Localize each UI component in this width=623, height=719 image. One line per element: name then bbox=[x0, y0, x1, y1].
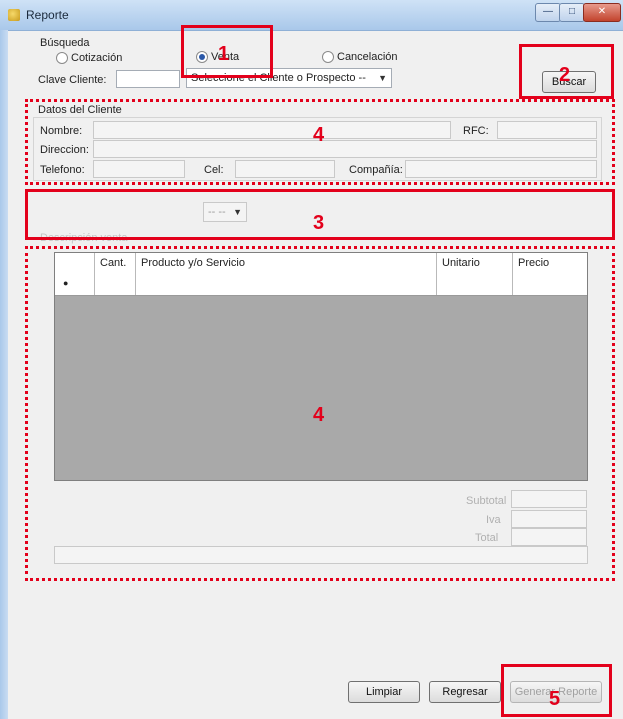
app-icon bbox=[8, 9, 20, 21]
radio-cancelacion-label: Cancelación bbox=[337, 51, 398, 63]
window-frame-left bbox=[0, 30, 8, 719]
close-icon: ✕ bbox=[597, 6, 607, 17]
chevron-down-icon: ▼ bbox=[378, 73, 387, 83]
annotation-number-5: 5 bbox=[549, 688, 561, 710]
annotation-number-4-top: 4 bbox=[313, 124, 325, 146]
regresar-button[interactable]: Regresar bbox=[429, 681, 501, 703]
limpiar-button[interactable]: Limpiar bbox=[348, 681, 420, 703]
clave-cliente-label: Clave Cliente: bbox=[38, 74, 107, 86]
radio-cotizacion-label: Cotización bbox=[71, 52, 123, 64]
clave-cliente-input[interactable] bbox=[116, 70, 180, 88]
title-bar: Reporte — □ ✕ bbox=[0, 0, 623, 31]
annotation-number-3: 3 bbox=[313, 212, 325, 234]
annotation-number-4-bottom: 4 bbox=[313, 404, 325, 426]
busqueda-label: Búsqueda bbox=[40, 37, 90, 49]
window-title: Reporte bbox=[26, 8, 69, 22]
radio-cotizacion[interactable] bbox=[56, 52, 68, 64]
annotation-number-1: 1 bbox=[218, 43, 230, 65]
radio-cancelacion[interactable] bbox=[322, 51, 334, 63]
report-window: Reporte — □ ✕ Búsqueda Cotización Venta … bbox=[0, 0, 623, 719]
annotation-number-2: 2 bbox=[559, 64, 571, 86]
maximize-button[interactable]: □ bbox=[559, 3, 585, 22]
close-button[interactable]: ✕ bbox=[583, 3, 621, 22]
minimize-button[interactable]: — bbox=[535, 3, 561, 22]
minimize-icon: — bbox=[543, 6, 553, 17]
maximize-icon: □ bbox=[568, 6, 576, 17]
